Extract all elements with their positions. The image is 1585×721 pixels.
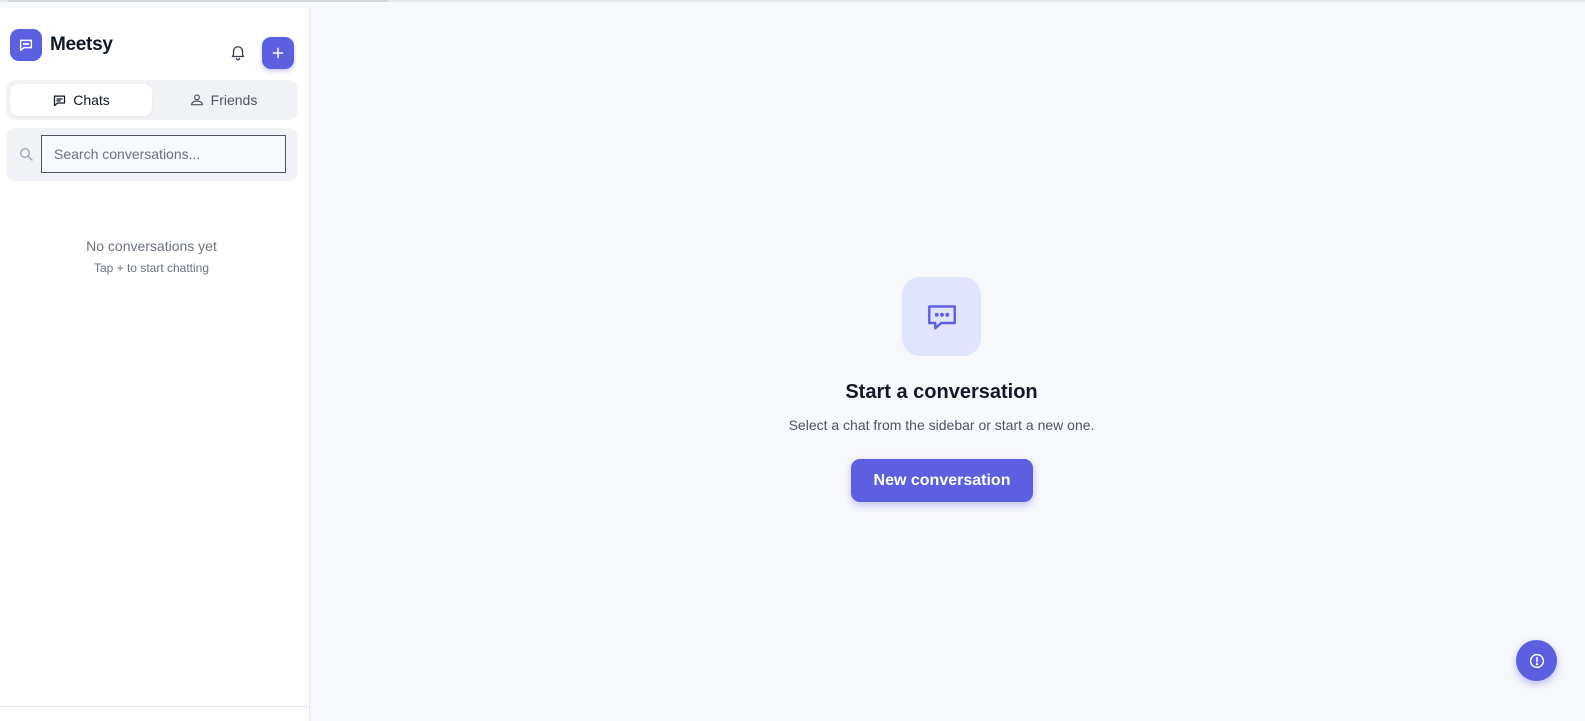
- top-strip: [0, 0, 1585, 2]
- empty-state-subtitle: Select a chat from the sidebar or start …: [788, 417, 1095, 433]
- tab-friends-label: Friends: [210, 92, 258, 108]
- top-strip-segment: [8, 0, 388, 2]
- chat-dots-icon: [902, 277, 981, 356]
- chat-bubble-icon: [54, 95, 66, 106]
- brand: Meetsy: [10, 29, 113, 61]
- empty-state-title: Start a conversation: [845, 381, 1038, 403]
- new-conversation-button[interactable]: New conversation: [851, 459, 1033, 502]
- search-bar: [6, 128, 298, 181]
- tab-friends[interactable]: Friends: [152, 84, 294, 116]
- divider: [0, 706, 309, 707]
- empty-conversations-title: No conversations yet: [86, 238, 217, 254]
- main-panel: Start a conversation Select a chat from …: [311, 8, 1585, 721]
- app-name: Meetsy: [50, 34, 113, 55]
- new-chat-button[interactable]: [262, 37, 294, 69]
- notifications-button[interactable]: [224, 38, 252, 66]
- search-input[interactable]: [41, 135, 286, 173]
- empty-conversations-subtitle: Tap + to start chatting: [93, 261, 210, 275]
- tab-chats[interactable]: Chats: [10, 84, 152, 116]
- plus-icon: [272, 47, 284, 59]
- sidebar: Meetsy Chats Friends Search conversation…: [0, 8, 310, 721]
- sidebar-tabs: Chats Friends: [6, 80, 298, 120]
- friends-icon: [190, 94, 203, 106]
- info-icon: [1529, 653, 1544, 668]
- chat-bubble-icon: [10, 29, 42, 61]
- help-button[interactable]: [1516, 640, 1557, 681]
- tab-chats-label: Chats: [73, 92, 110, 108]
- bell-icon: [231, 46, 245, 61]
- search-icon: [20, 148, 33, 161]
